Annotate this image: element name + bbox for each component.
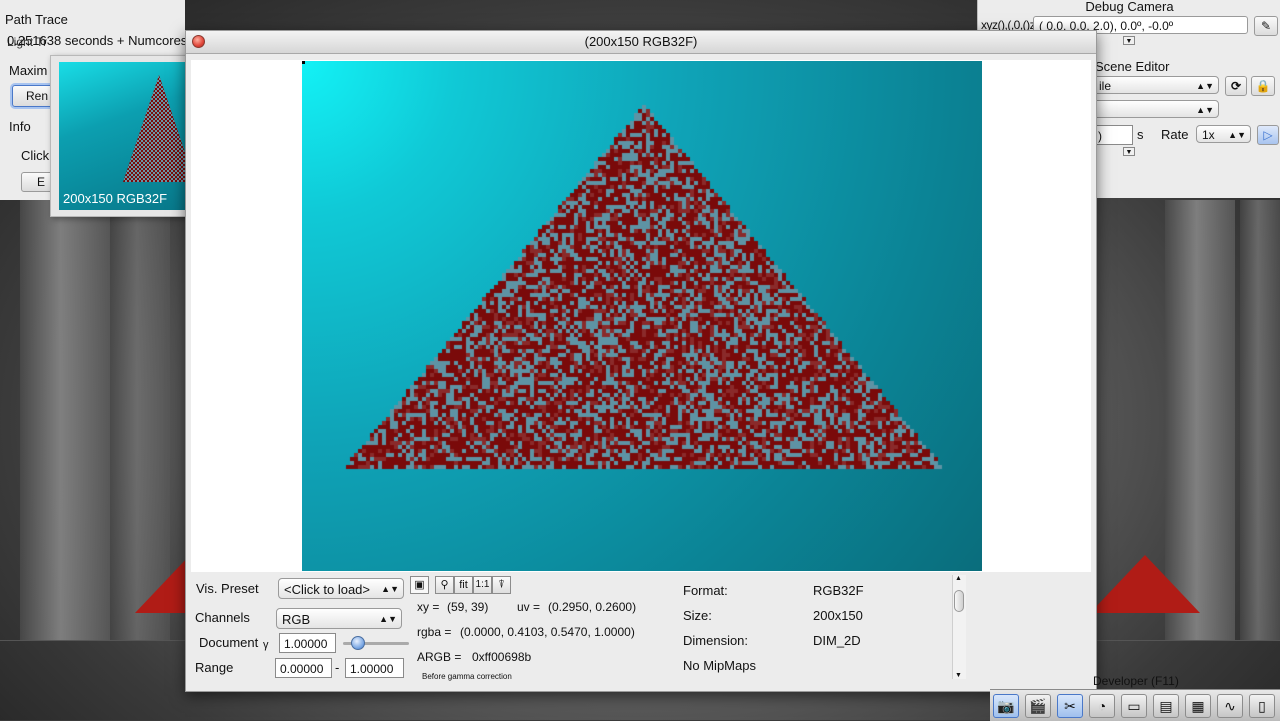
image-canvas[interactable]: [191, 60, 1091, 572]
lock-button[interactable]: 🔒: [1251, 76, 1275, 96]
refresh-icon: ⟳: [1230, 79, 1242, 93]
range-max-field[interactable]: 1.00000: [345, 658, 404, 678]
reload-button[interactable]: ⟳: [1225, 76, 1247, 96]
gamma-symbol: γ: [263, 639, 269, 651]
thumbnail-pyramid: [123, 75, 185, 182]
channels-select[interactable]: RGB ▲▼: [276, 608, 402, 629]
seconds-label: s: [1137, 127, 1144, 142]
film-icon[interactable]: 🎬: [1025, 694, 1051, 718]
lock-icon: 🔒: [1255, 79, 1271, 93]
argb-label: ARGB =: [417, 650, 462, 664]
click-label: Click: [21, 148, 50, 163]
xy-value: (59, 39): [447, 600, 489, 614]
format-value: RGB32F: [813, 583, 864, 598]
select-arrow-icon: ▲▼: [1196, 105, 1214, 115]
rate-select[interactable]: 1x ▲▼: [1196, 125, 1251, 143]
format-label: Format:: [683, 583, 728, 598]
select-arrow-icon: ▲▼: [381, 584, 399, 594]
dimension-label: Dimension:: [683, 633, 749, 648]
gamma-field[interactable]: 1.00000: [279, 633, 336, 653]
vis-preset-label: Vis. Preset: [196, 581, 259, 596]
collapse-toggle[interactable]: ▼: [1123, 36, 1135, 45]
slider-knob[interactable]: [350, 636, 365, 650]
save-image-button[interactable]: ▣: [410, 576, 429, 594]
time-field[interactable]: ): [1093, 125, 1133, 145]
rgba-value: (0.0000, 0.4103, 0.5470, 1.0000): [460, 625, 635, 639]
size-label: Size:: [683, 608, 712, 623]
clock-icon[interactable]: ◔: [1089, 694, 1115, 718]
argb-value: 0xff00698b: [472, 650, 532, 664]
range-separator: -: [335, 660, 340, 675]
range-min-field[interactable]: 0.00000: [275, 658, 332, 678]
actual-size-button[interactable]: 1:1: [473, 576, 492, 594]
scene-select-value: ile: [1099, 79, 1112, 93]
uv-label: uv =: [517, 600, 541, 614]
thumbnail-label: 200x150 RGB32F: [63, 191, 168, 206]
vis-preset-select[interactable]: <Click to load> ▲▼: [278, 578, 404, 599]
channels-label: Channels: [195, 610, 250, 625]
terminal-icon[interactable]: ▤: [1153, 694, 1179, 718]
pyramid-render: [302, 61, 982, 571]
image-viewer-window[interactable]: (200x150 RGB32F) Vis. Preset <Click to l…: [185, 30, 1097, 692]
scroll-up-icon[interactable]: ▲: [955, 575, 962, 582]
scene-select[interactable]: ile ▲▼: [1093, 76, 1219, 94]
rate-label: Rate: [1161, 127, 1189, 142]
viewer-titlebar[interactable]: (200x150 RGB32F): [186, 31, 1096, 54]
scrollbar-thumb[interactable]: [954, 590, 964, 612]
note-icon[interactable]: ▭: [1121, 694, 1147, 718]
play-button[interactable]: ▷: [1257, 125, 1279, 145]
channels-value: RGB: [282, 612, 311, 627]
red-marker: [1090, 555, 1200, 613]
settings-button[interactable]: ⍒: [492, 576, 511, 594]
xy-label: xy =: [417, 600, 440, 614]
rgba-label: rgba =: [417, 625, 452, 639]
size-value: 200x150: [813, 608, 863, 623]
viewer-title: (200x150 RGB32F): [584, 34, 698, 49]
fit-button[interactable]: fit: [454, 576, 473, 594]
info-label: Info: [9, 119, 31, 134]
pin-icon: ⍒: [498, 579, 505, 591]
debug-camera-title: Debug Camera: [1085, 0, 1174, 14]
second-select[interactable]: ▲▼: [1093, 100, 1219, 118]
path-trace-title: Path Trace: [5, 12, 68, 27]
range-label: Range: [195, 660, 234, 675]
camera-copy-button[interactable]: ✎: [1254, 16, 1278, 36]
copy-icon: ✎: [1260, 19, 1272, 33]
page-icon[interactable]: ▯: [1249, 694, 1275, 718]
document-label: Document: [199, 635, 259, 650]
select-arrow-icon: ▲▼: [1228, 130, 1246, 140]
dimension-value: DIM_2D: [813, 633, 861, 648]
pillar: [20, 200, 110, 640]
scroll-down-icon[interactable]: ▼: [955, 672, 962, 679]
thumbnail-image[interactable]: 200x150 RGB32F: [59, 62, 185, 210]
info-scrollbar[interactable]: ▲ ▼: [952, 575, 966, 679]
play-icon: ▷: [1263, 128, 1273, 142]
mipmaps-label: No MipMaps: [683, 658, 756, 673]
gamma-slider[interactable]: [343, 636, 409, 650]
camera-icon[interactable]: 📷: [993, 694, 1019, 718]
tools-icon[interactable]: ✂: [1057, 694, 1083, 718]
developer-dock: 📷 🎬 ✂ ◔ ▭ ▤ ▦ ∿ ▯: [990, 689, 1280, 721]
pillar: [1240, 200, 1280, 640]
rendered-image[interactable]: [302, 61, 982, 571]
rate-select-value: 1x: [1202, 128, 1215, 142]
pick-color-button[interactable]: ⚲: [435, 576, 454, 594]
select-arrow-icon: ▲▼: [1196, 81, 1214, 91]
scene-editor-title: Scene Editor: [1095, 59, 1170, 74]
collapse-toggle[interactable]: ▼: [1123, 147, 1135, 156]
save-icon: ▣: [414, 579, 425, 591]
gamma-note: Before gamma correction: [422, 672, 512, 681]
vis-preset-value: <Click to load>: [284, 582, 370, 597]
developer-label: Developer (F11): [1093, 674, 1179, 688]
eyedropper-icon: ⚲: [440, 579, 449, 591]
graph-icon[interactable]: ∿: [1217, 694, 1243, 718]
thumbnail-window[interactable]: 200x150 RGB32F: [50, 55, 192, 217]
maximum-label: Maxim: [9, 63, 48, 78]
uv-value: (0.2950, 0.2600): [548, 600, 637, 614]
select-arrow-icon: ▲▼: [379, 614, 397, 624]
scene-icon[interactable]: ▦: [1185, 694, 1211, 718]
timing-status: 0.251638 seconds + Numcores: [7, 33, 188, 48]
